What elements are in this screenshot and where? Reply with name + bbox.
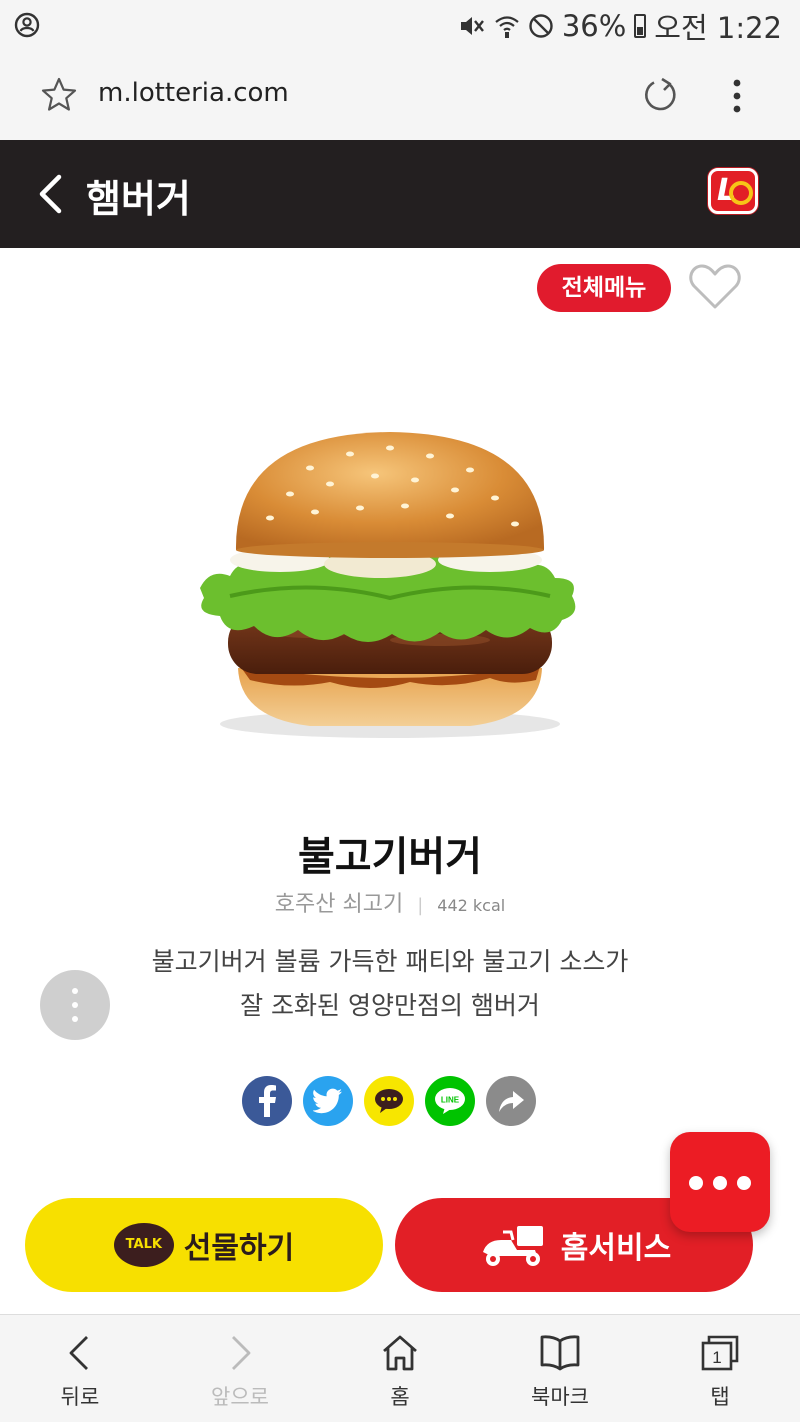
mute-icon xyxy=(460,17,484,35)
share-buttons: LINE xyxy=(242,1076,536,1126)
meta-separator: | xyxy=(417,895,424,916)
share-icon[interactable] xyxy=(486,1076,536,1126)
nav-tabs[interactable]: 1 탭 xyxy=(640,1315,800,1422)
kakaostory-icon[interactable] xyxy=(364,1076,414,1126)
product-description: 불고기버거 볼륨 가득한 패티와 불고기 소스가 잘 조화된 영양만점의 햄버거 xyxy=(60,940,720,1028)
bookmark-star-icon[interactable] xyxy=(40,76,78,114)
nav-home-label: 홈 xyxy=(390,1385,410,1409)
forward-icon xyxy=(232,1336,251,1370)
product-image xyxy=(200,432,576,738)
floating-more-button[interactable] xyxy=(40,970,110,1040)
wifi-icon xyxy=(495,16,519,38)
nav-forward[interactable]: 앞으로 xyxy=(160,1315,320,1422)
do-not-disturb-icon xyxy=(529,14,553,38)
kakao-gift-button[interactable]: TALK 선물하기 xyxy=(25,1198,383,1292)
book-icon xyxy=(540,1335,580,1371)
page-header: 햄버거 L xyxy=(0,140,800,248)
product-name: 불고기버거 xyxy=(298,834,482,880)
back-icon xyxy=(69,1336,88,1370)
gift-button-label: 선물하기 xyxy=(183,1231,295,1266)
nav-bookmarks-label: 북마크 xyxy=(531,1385,589,1409)
browser-url-bar: m.lotteria.com xyxy=(0,52,800,140)
nav-back[interactable]: 뒤로 xyxy=(0,1315,160,1422)
description-line: 잘 조화된 영양만점의 햄버거 xyxy=(240,991,540,1020)
battery-percent: 36% xyxy=(561,9,627,43)
home-icon xyxy=(383,1335,417,1371)
tabs-icon: 1 xyxy=(701,1335,739,1371)
home-service-label: 홈서비스 xyxy=(560,1231,672,1266)
product-origin: 호주산 쇠고기 xyxy=(274,892,404,917)
nav-bookmarks[interactable]: 북마크 xyxy=(480,1315,640,1422)
back-arrow-icon[interactable] xyxy=(32,172,68,216)
nav-home[interactable]: 홈 xyxy=(320,1315,480,1422)
product-kcal: 442 kcal xyxy=(437,896,506,915)
nav-forward-label: 앞으로 xyxy=(211,1385,269,1409)
facebook-icon[interactable] xyxy=(242,1076,292,1126)
all-menu-button[interactable]: 전체메뉴 xyxy=(537,264,671,312)
reload-icon[interactable] xyxy=(640,76,680,116)
product-meta: 호주산 쇠고기 | 442 kcal xyxy=(0,886,780,918)
product-detail: 전체메뉴 불고기버거 호주산 쇠고기 | 442 kcal 불고기버거 볼륨 가… xyxy=(0,248,800,1314)
kakaotalk-icon: TALK xyxy=(113,1223,174,1267)
delivery-scooter-icon xyxy=(482,1226,543,1266)
page-title: 햄버거 xyxy=(86,177,191,221)
nav-tabs-label: 탭 xyxy=(710,1385,730,1409)
status-time: 오전 1:22 xyxy=(654,11,782,45)
description-line: 불고기버거 볼륨 가득한 패티와 불고기 소스가 xyxy=(151,947,629,976)
more-options-icon[interactable] xyxy=(722,74,752,118)
line-icon[interactable]: LINE xyxy=(425,1076,475,1126)
url-text[interactable]: m.lotteria.com xyxy=(98,78,289,108)
nav-back-label: 뒤로 xyxy=(60,1385,100,1409)
line-label: LINE xyxy=(441,1096,460,1105)
floating-menu-button[interactable] xyxy=(670,1132,770,1232)
status-indicators: 36% 오전 1:22 xyxy=(458,8,782,45)
status-bar: 36% 오전 1:22 xyxy=(0,0,800,52)
battery-icon xyxy=(634,14,647,38)
twitter-icon[interactable] xyxy=(303,1076,353,1126)
tab-count: 1 xyxy=(712,1348,721,1367)
kakaotalk-badge-label: TALK xyxy=(125,1237,162,1252)
lotteria-logo[interactable]: L xyxy=(708,168,758,214)
favorite-heart-icon[interactable] xyxy=(688,262,742,312)
account-icon xyxy=(14,12,40,38)
browser-bottom-nav: 뒤로 앞으로 홈 북마크 1 탭 xyxy=(0,1314,800,1422)
